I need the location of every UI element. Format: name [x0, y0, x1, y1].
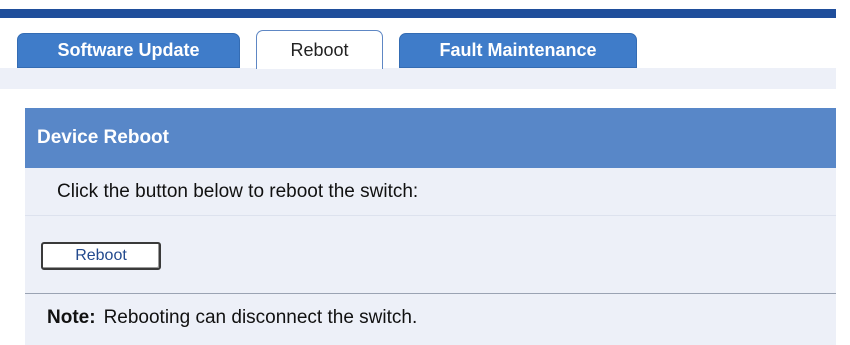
page: Software Update Reboot Fault Maintenance…	[0, 0, 850, 345]
panel-title: Device Reboot	[37, 127, 169, 148]
tab-label: Fault Maintenance	[439, 40, 597, 60]
description-row: Click the button below to reboot the swi…	[25, 168, 836, 216]
tab-bar: Software Update Reboot Fault Maintenance	[0, 18, 850, 89]
tab-fault-maintenance[interactable]: Fault Maintenance	[399, 33, 637, 68]
device-reboot-panel: Device Reboot Click the button below to …	[25, 108, 836, 345]
note-label: Note:	[47, 307, 96, 328]
tab-label: Software Update	[57, 40, 200, 60]
tab-reboot[interactable]: Reboot	[256, 30, 383, 69]
description-text: Click the button below to reboot the swi…	[57, 180, 419, 202]
tab-software-update[interactable]: Software Update	[17, 33, 240, 68]
note-text: Rebooting can disconnect the switch.	[103, 307, 418, 328]
tab-band	[0, 68, 836, 89]
top-bar	[0, 9, 836, 18]
panel-header: Device Reboot	[25, 108, 836, 168]
tab-label: Reboot	[290, 39, 349, 60]
reboot-button[interactable]: Reboot	[41, 241, 161, 270]
button-row: Reboot	[25, 216, 836, 294]
note-row: Note: Rebooting can disconnect the switc…	[25, 294, 836, 342]
